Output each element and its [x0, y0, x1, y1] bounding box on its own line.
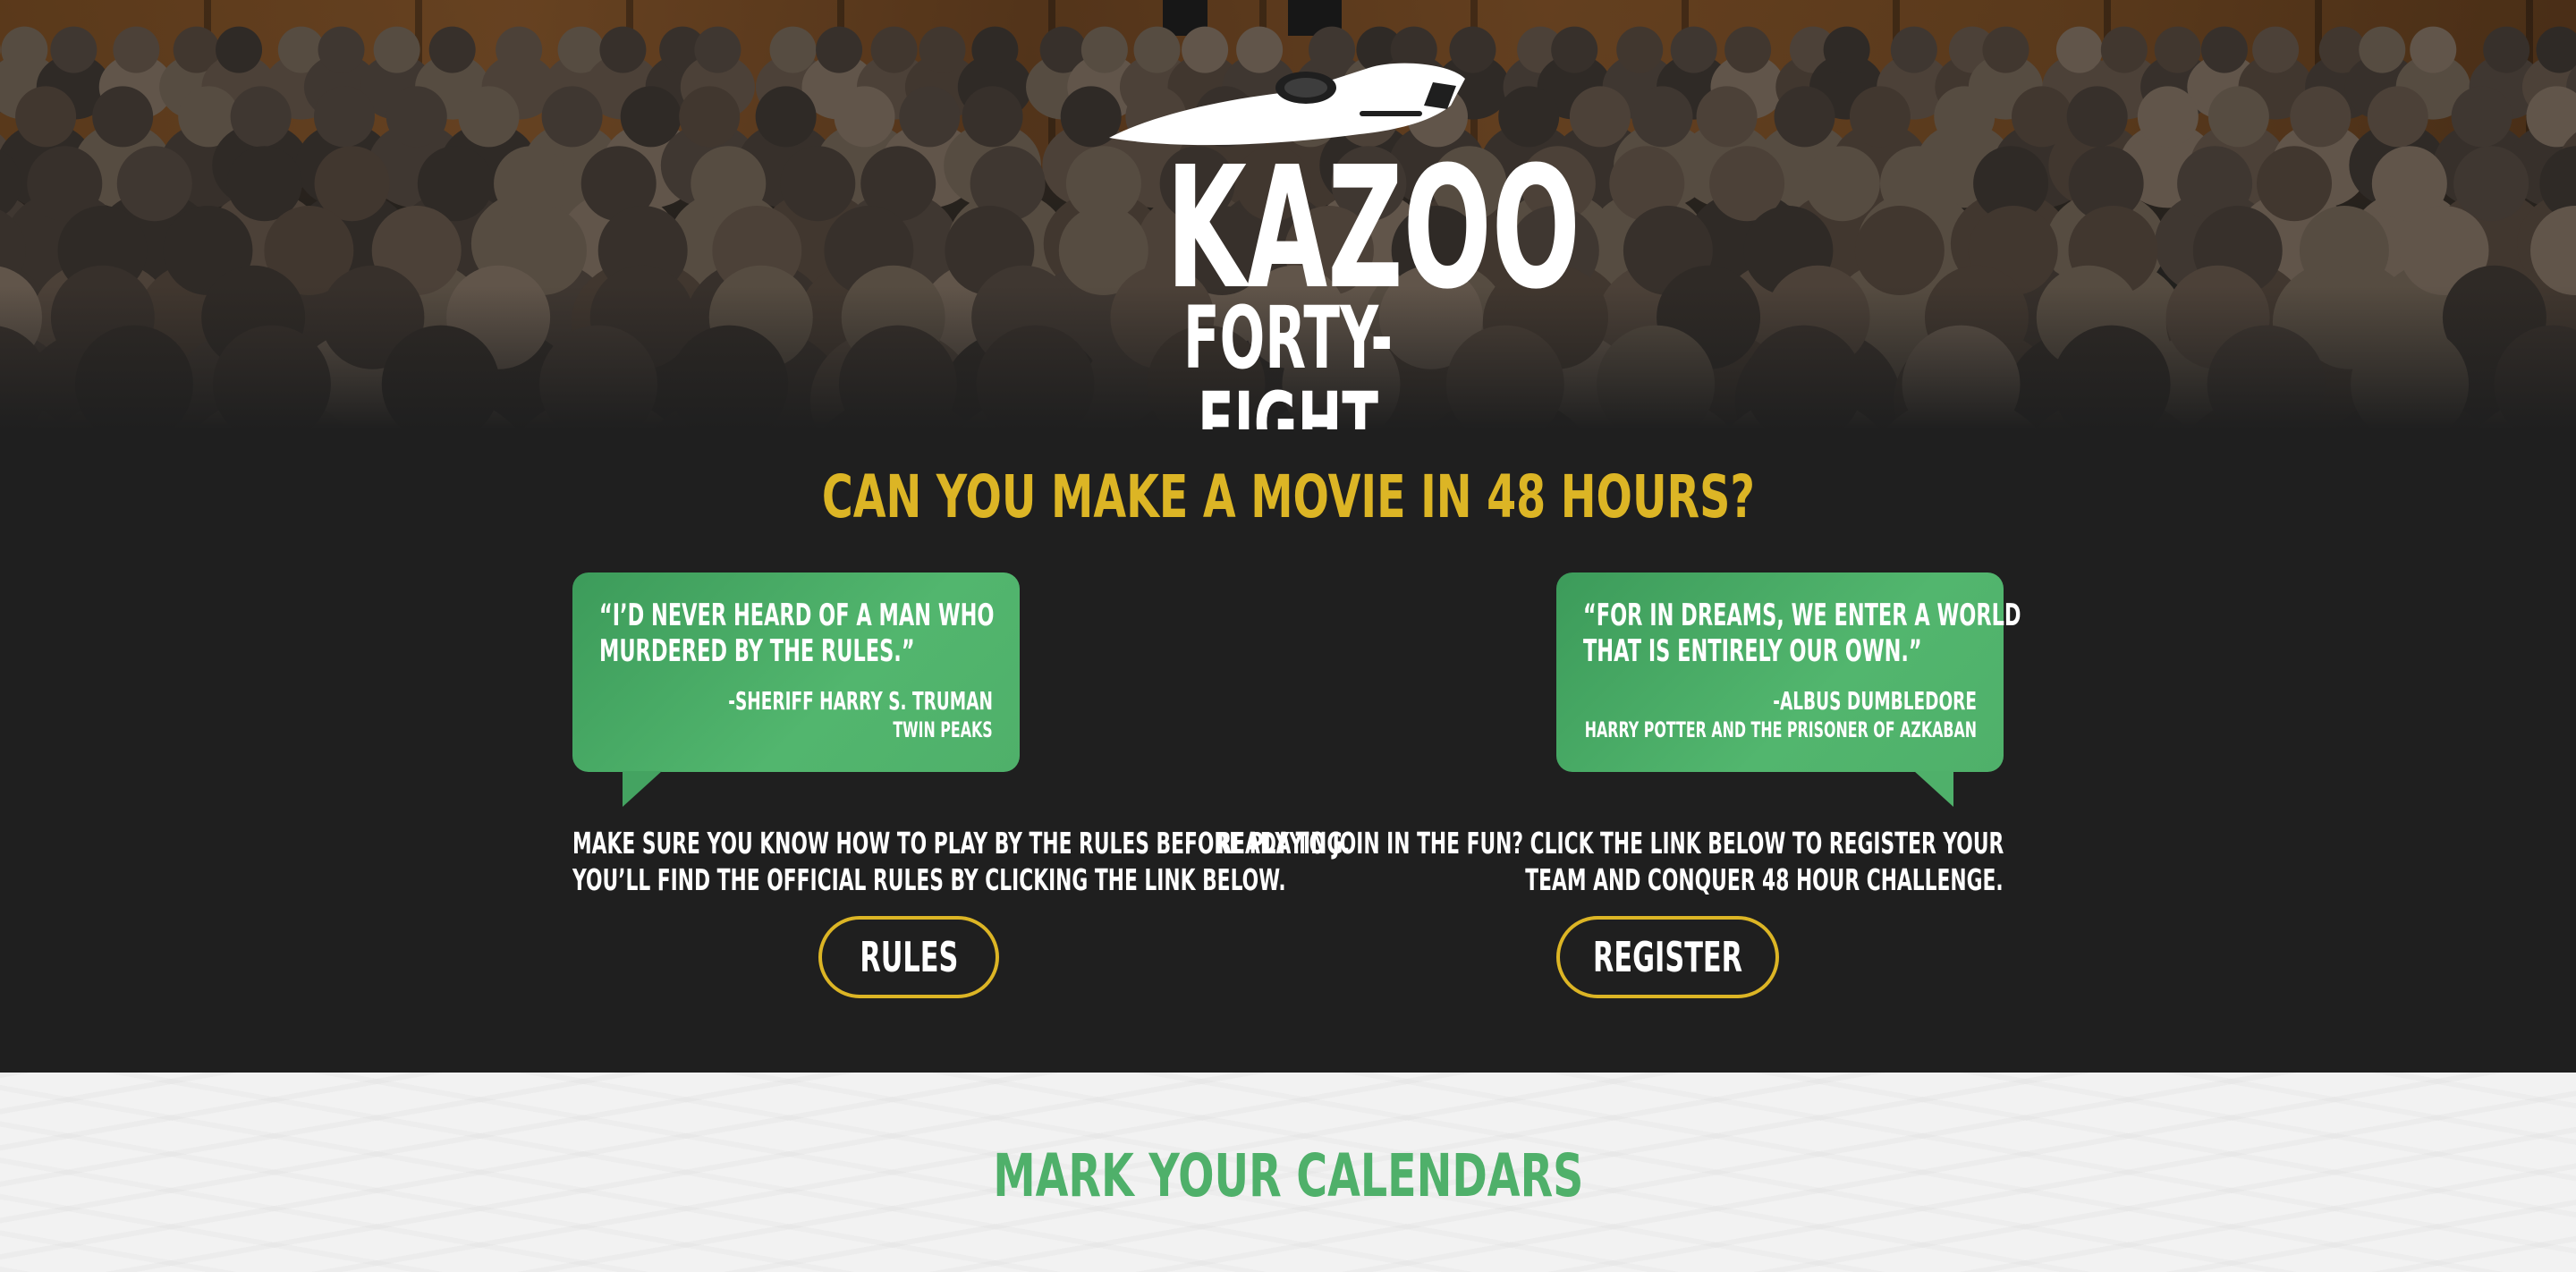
rules-description: YOU’LL FIND THE OFFICIAL RULES BY CLICKI… [572, 862, 1286, 897]
register-button[interactable]: REGISTER [1556, 916, 1779, 998]
calendar-section: MARK YOUR CALENDARS [0, 1073, 2576, 1272]
rules-button[interactable]: RULES [818, 916, 999, 998]
quote-bubble-right: “FOR IN DREAMS, WE ENTER A WORLD THAT IS… [1556, 572, 2021, 807]
bubble-tail [1914, 771, 1953, 807]
quote-text: “FOR IN DREAMS, WE ENTER A WORLD [1583, 598, 2021, 633]
quote-text: MURDERED BY THE RULES.” [599, 633, 915, 669]
register-description: READY TO JOIN IN THE FUN? CLICK THE LINK… [1216, 826, 2004, 861]
logo-line2: FORTY-EIGHT [1182, 288, 1394, 429]
rules-button-label: RULES [860, 933, 958, 981]
quote-source: TWIN PEAKS [893, 717, 993, 742]
quote-source: HARRY POTTER AND THE PRISONER OF AZKABAN [1584, 717, 1977, 742]
quote-text: “I’D NEVER HEARD OF A MAN WHO [599, 598, 995, 633]
quote-bubble-left: “I’D NEVER HEARD OF A MAN WHO MURDERED B… [572, 572, 1020, 807]
page-headline: CAN YOU MAKE A MOVIE IN 48 HOURS? [821, 462, 1755, 531]
calendar-title: MARK YOUR CALENDARS [992, 1141, 1584, 1210]
quote-attribution: -ALBUS DUMBLEDORE [1773, 686, 1977, 716]
quote-text: THAT IS ENTIRELY OUR OWN.” [1583, 633, 1922, 669]
kazoo-logo: KAZOO FORTY-EIGHT [1100, 52, 1580, 429]
register-description: TEAM AND CONQUER 48 HOUR CHALLENGE. [1525, 862, 2004, 897]
bubble-tail [623, 771, 662, 807]
quote-attribution: -SHERIFF HARRY S. TRUMAN [728, 686, 993, 716]
hero-banner: KAZOO FORTY-EIGHT [0, 0, 2576, 429]
register-button-label: REGISTER [1592, 933, 1743, 981]
